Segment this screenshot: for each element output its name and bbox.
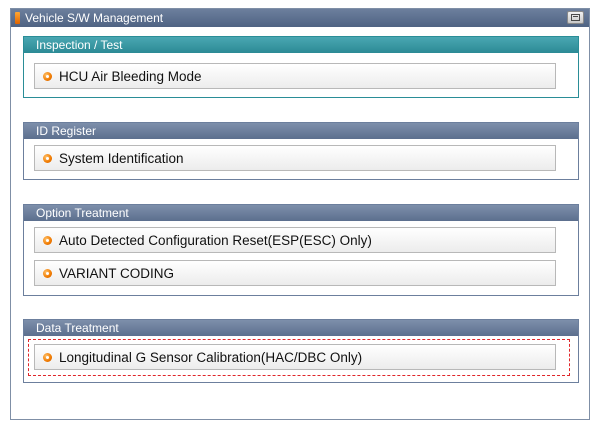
bullet-icon: [43, 353, 52, 362]
menu-item-system-identification[interactable]: System Identification: [34, 145, 556, 171]
app-icon: [15, 12, 20, 24]
menu-item-auto-detected-configuration-reset[interactable]: Auto Detected Configuration Reset(ESP(ES…: [34, 227, 556, 253]
menu-item-longitudinal-g-sensor-calibration[interactable]: Longitudinal G Sensor Calibration(HAC/DB…: [34, 344, 556, 370]
bullet-icon: [43, 154, 52, 163]
menu-item-label: HCU Air Bleeding Mode: [59, 69, 202, 84]
group-option-treatment: Option Treatment Auto Detected Configura…: [23, 204, 579, 296]
restore-button[interactable]: [567, 11, 584, 24]
bullet-icon: [43, 236, 52, 245]
bullet-icon: [43, 72, 52, 81]
group-inspection-test: Inspection / Test HCU Air Bleeding Mode: [23, 36, 579, 98]
bullet-icon: [43, 269, 52, 278]
vehicle-sw-management-window: Vehicle S/W Management Inspection / Test…: [10, 8, 590, 420]
group-header-option-treatment: Option Treatment: [24, 205, 578, 221]
window-title: Vehicle S/W Management: [25, 11, 164, 25]
group-data-treatment: Data Treatment Longitudinal G Sensor Cal…: [23, 319, 579, 383]
menu-item-variant-coding[interactable]: VARIANT CODING: [34, 260, 556, 286]
menu-item-hcu-air-bleeding-mode[interactable]: HCU Air Bleeding Mode: [34, 63, 556, 89]
group-header-inspection-test: Inspection / Test: [24, 37, 578, 53]
group-header-id-register: ID Register: [24, 123, 578, 139]
group-header-data-treatment: Data Treatment: [24, 320, 578, 336]
menu-item-label: Longitudinal G Sensor Calibration(HAC/DB…: [59, 350, 363, 365]
menu-item-label: VARIANT CODING: [59, 266, 175, 281]
menu-item-label: System Identification: [59, 151, 184, 166]
menu-item-label: Auto Detected Configuration Reset(ESP(ES…: [59, 233, 372, 248]
group-id-register: ID Register System Identification: [23, 122, 579, 180]
restore-icon: [571, 14, 580, 21]
title-bar: Vehicle S/W Management: [11, 9, 589, 27]
